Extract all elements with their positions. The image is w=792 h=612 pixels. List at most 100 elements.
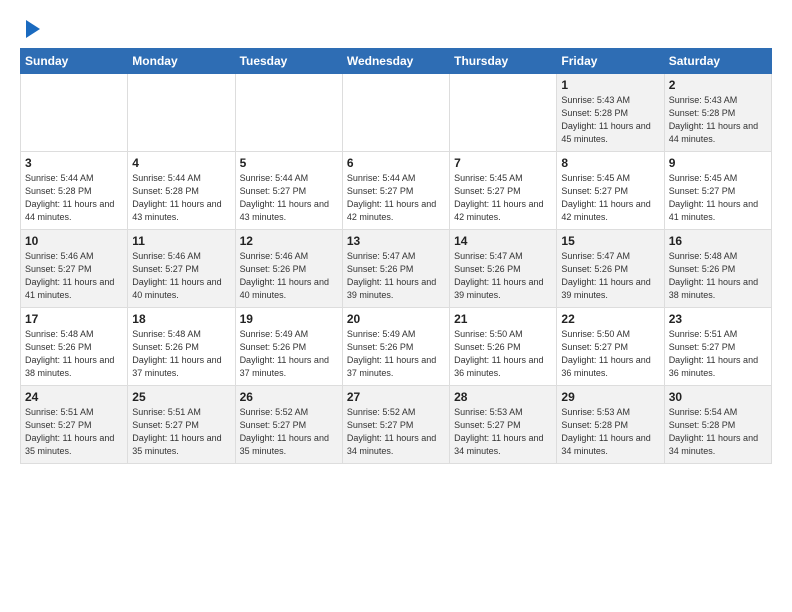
calendar-week-1: 1 Sunrise: 5:43 AM Sunset: 5:28 PM Daylig… bbox=[21, 74, 772, 152]
calendar-cell bbox=[235, 74, 342, 152]
calendar-cell bbox=[450, 74, 557, 152]
calendar-cell: 20 Sunrise: 5:49 AM Sunset: 5:26 PM Dayli… bbox=[342, 308, 449, 386]
day-info: Sunrise: 5:48 AM Sunset: 5:26 PM Dayligh… bbox=[25, 328, 123, 380]
day-number: 5 bbox=[240, 156, 338, 170]
day-number: 11 bbox=[132, 234, 230, 248]
day-number: 9 bbox=[669, 156, 767, 170]
calendar-week-3: 10 Sunrise: 5:46 AM Sunset: 5:27 PM Dayli… bbox=[21, 230, 772, 308]
day-info: Sunrise: 5:44 AM Sunset: 5:28 PM Dayligh… bbox=[25, 172, 123, 224]
calendar-cell: 5Sunrise: 5:44 AM Sunset: 5:27 PM Daylig… bbox=[235, 152, 342, 230]
logo-arrow-icon bbox=[26, 20, 40, 38]
calendar-cell: 7Sunrise: 5:45 AM Sunset: 5:27 PM Daylig… bbox=[450, 152, 557, 230]
logo bbox=[20, 16, 40, 38]
calendar-cell: 3 Sunrise: 5:44 AM Sunset: 5:28 PM Daylig… bbox=[21, 152, 128, 230]
day-info: Sunrise: 5:45 AM Sunset: 5:27 PM Dayligh… bbox=[561, 172, 659, 224]
day-info: Sunrise: 5:47 AM Sunset: 5:26 PM Dayligh… bbox=[347, 250, 445, 302]
calendar-cell: 28Sunrise: 5:53 AM Sunset: 5:27 PM Dayli… bbox=[450, 386, 557, 464]
day-number: 4 bbox=[132, 156, 230, 170]
calendar-cell: 12 Sunrise: 5:46 AM Sunset: 5:26 PM Dayli… bbox=[235, 230, 342, 308]
day-number: 29 bbox=[561, 390, 659, 404]
weekday-header-saturday: Saturday bbox=[664, 49, 771, 74]
day-info: Sunrise: 5:49 AM Sunset: 5:26 PM Dayligh… bbox=[240, 328, 338, 380]
day-number: 19 bbox=[240, 312, 338, 326]
calendar-week-2: 3 Sunrise: 5:44 AM Sunset: 5:28 PM Daylig… bbox=[21, 152, 772, 230]
day-number: 2 bbox=[669, 78, 767, 92]
calendar-cell: 10 Sunrise: 5:46 AM Sunset: 5:27 PM Dayli… bbox=[21, 230, 128, 308]
calendar-cell: 9 Sunrise: 5:45 AM Sunset: 5:27 PM Daylig… bbox=[664, 152, 771, 230]
day-number: 27 bbox=[347, 390, 445, 404]
calendar-cell: 4 Sunrise: 5:44 AM Sunset: 5:28 PM Daylig… bbox=[128, 152, 235, 230]
calendar-cell: 1 Sunrise: 5:43 AM Sunset: 5:28 PM Daylig… bbox=[557, 74, 664, 152]
day-number: 30 bbox=[669, 390, 767, 404]
day-number: 16 bbox=[669, 234, 767, 248]
weekday-header-thursday: Thursday bbox=[450, 49, 557, 74]
day-info: Sunrise: 5:44 AM Sunset: 5:28 PM Dayligh… bbox=[132, 172, 230, 224]
calendar-cell: 25 Sunrise: 5:51 AM Sunset: 5:27 PM Dayli… bbox=[128, 386, 235, 464]
day-info: Sunrise: 5:51 AM Sunset: 5:27 PM Dayligh… bbox=[669, 328, 767, 380]
day-number: 10 bbox=[25, 234, 123, 248]
day-number: 18 bbox=[132, 312, 230, 326]
day-info: Sunrise: 5:47 AM Sunset: 5:26 PM Dayligh… bbox=[561, 250, 659, 302]
day-number: 13 bbox=[347, 234, 445, 248]
header bbox=[20, 16, 772, 38]
day-info: Sunrise: 5:43 AM Sunset: 5:28 PM Dayligh… bbox=[669, 94, 767, 146]
day-number: 24 bbox=[25, 390, 123, 404]
calendar-cell bbox=[128, 74, 235, 152]
day-info: Sunrise: 5:46 AM Sunset: 5:26 PM Dayligh… bbox=[240, 250, 338, 302]
day-info: Sunrise: 5:45 AM Sunset: 5:27 PM Dayligh… bbox=[669, 172, 767, 224]
page: SundayMondayTuesdayWednesdayThursdayFrid… bbox=[0, 0, 792, 474]
calendar-cell: 15 Sunrise: 5:47 AM Sunset: 5:26 PM Dayli… bbox=[557, 230, 664, 308]
day-info: Sunrise: 5:52 AM Sunset: 5:27 PM Dayligh… bbox=[240, 406, 338, 458]
day-info: Sunrise: 5:50 AM Sunset: 5:27 PM Dayligh… bbox=[561, 328, 659, 380]
calendar-cell: 18 Sunrise: 5:48 AM Sunset: 5:26 PM Dayli… bbox=[128, 308, 235, 386]
weekday-header-monday: Monday bbox=[128, 49, 235, 74]
day-info: Sunrise: 5:48 AM Sunset: 5:26 PM Dayligh… bbox=[669, 250, 767, 302]
calendar-cell: 30 Sunrise: 5:54 AM Sunset: 5:28 PM Dayli… bbox=[664, 386, 771, 464]
day-number: 17 bbox=[25, 312, 123, 326]
calendar-cell: 8 Sunrise: 5:45 AM Sunset: 5:27 PM Daylig… bbox=[557, 152, 664, 230]
day-number: 23 bbox=[669, 312, 767, 326]
day-number: 22 bbox=[561, 312, 659, 326]
day-info: Sunrise: 5:47 AM Sunset: 5:26 PM Dayligh… bbox=[454, 250, 552, 302]
calendar-cell: 11 Sunrise: 5:46 AM Sunset: 5:27 PM Dayli… bbox=[128, 230, 235, 308]
calendar-week-5: 24 Sunrise: 5:51 AM Sunset: 5:27 PM Dayli… bbox=[21, 386, 772, 464]
day-info: Sunrise: 5:53 AM Sunset: 5:28 PM Dayligh… bbox=[561, 406, 659, 458]
day-number: 21 bbox=[454, 312, 552, 326]
calendar-cell: 27 Sunrise: 5:52 AM Sunset: 5:27 PM Dayli… bbox=[342, 386, 449, 464]
day-number: 26 bbox=[240, 390, 338, 404]
day-number: 14 bbox=[454, 234, 552, 248]
day-info: Sunrise: 5:52 AM Sunset: 5:27 PM Dayligh… bbox=[347, 406, 445, 458]
day-info: Sunrise: 5:46 AM Sunset: 5:27 PM Dayligh… bbox=[132, 250, 230, 302]
calendar-cell: 22 Sunrise: 5:50 AM Sunset: 5:27 PM Dayli… bbox=[557, 308, 664, 386]
day-number: 8 bbox=[561, 156, 659, 170]
day-info: Sunrise: 5:51 AM Sunset: 5:27 PM Dayligh… bbox=[25, 406, 123, 458]
day-number: 25 bbox=[132, 390, 230, 404]
calendar-cell bbox=[342, 74, 449, 152]
calendar-cell: 14 Sunrise: 5:47 AM Sunset: 5:26 PM Dayli… bbox=[450, 230, 557, 308]
day-info: Sunrise: 5:50 AM Sunset: 5:26 PM Dayligh… bbox=[454, 328, 552, 380]
day-info: Sunrise: 5:46 AM Sunset: 5:27 PM Dayligh… bbox=[25, 250, 123, 302]
day-number: 3 bbox=[25, 156, 123, 170]
calendar-cell: 21 Sunrise: 5:50 AM Sunset: 5:26 PM Dayli… bbox=[450, 308, 557, 386]
day-info: Sunrise: 5:48 AM Sunset: 5:26 PM Dayligh… bbox=[132, 328, 230, 380]
day-info: Sunrise: 5:43 AM Sunset: 5:28 PM Dayligh… bbox=[561, 94, 659, 146]
day-number: 7 bbox=[454, 156, 552, 170]
calendar-cell: 17 Sunrise: 5:48 AM Sunset: 5:26 PM Dayli… bbox=[21, 308, 128, 386]
day-number: 1 bbox=[561, 78, 659, 92]
calendar-cell: 26 Sunrise: 5:52 AM Sunset: 5:27 PM Dayli… bbox=[235, 386, 342, 464]
day-number: 20 bbox=[347, 312, 445, 326]
day-info: Sunrise: 5:49 AM Sunset: 5:26 PM Dayligh… bbox=[347, 328, 445, 380]
weekday-header-sunday: Sunday bbox=[21, 49, 128, 74]
day-info: Sunrise: 5:53 AM Sunset: 5:27 PM Dayligh… bbox=[454, 406, 552, 458]
calendar-cell: 2 Sunrise: 5:43 AM Sunset: 5:28 PM Daylig… bbox=[664, 74, 771, 152]
calendar-cell: 13 Sunrise: 5:47 AM Sunset: 5:26 PM Dayli… bbox=[342, 230, 449, 308]
day-info: Sunrise: 5:44 AM Sunset: 5:27 PM Dayligh… bbox=[347, 172, 445, 224]
day-info: Sunrise: 5:54 AM Sunset: 5:28 PM Dayligh… bbox=[669, 406, 767, 458]
day-number: 12 bbox=[240, 234, 338, 248]
day-number: 15 bbox=[561, 234, 659, 248]
day-info: Sunrise: 5:51 AM Sunset: 5:27 PM Dayligh… bbox=[132, 406, 230, 458]
calendar-cell bbox=[21, 74, 128, 152]
calendar-cell: 29 Sunrise: 5:53 AM Sunset: 5:28 PM Dayli… bbox=[557, 386, 664, 464]
weekday-header-row: SundayMondayTuesdayWednesdayThursdayFrid… bbox=[21, 49, 772, 74]
calendar-table: SundayMondayTuesdayWednesdayThursdayFrid… bbox=[20, 48, 772, 464]
